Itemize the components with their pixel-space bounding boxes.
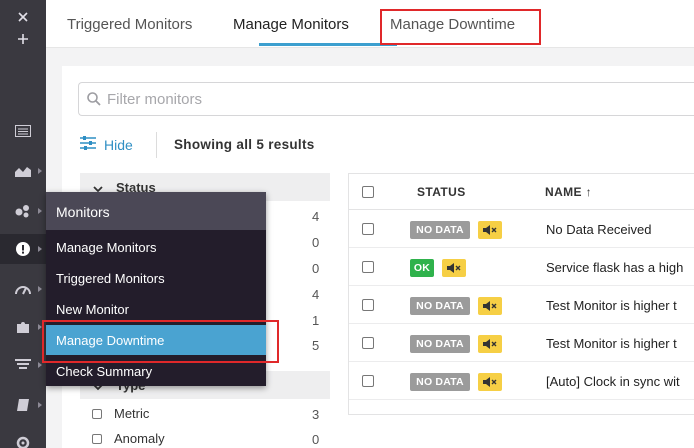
search-icon [87, 92, 101, 111]
monitor-name[interactable]: Service flask has a high [546, 260, 683, 275]
chart-icon[interactable] [0, 156, 46, 186]
monitor-name[interactable]: Test Monitor is higher t [546, 336, 677, 351]
highlight-box-tab [380, 9, 541, 45]
nodes-icon[interactable] [0, 196, 46, 226]
facet-count: 3 [312, 407, 320, 422]
active-tab-indicator [259, 43, 397, 46]
monitor-name[interactable]: Test Monitor is higher t [546, 298, 677, 313]
divider [156, 132, 157, 158]
table-row[interactable]: NO DATA No Data Received [349, 210, 694, 248]
alert-icon[interactable] [0, 234, 46, 264]
status-badge: OK [410, 259, 434, 277]
tab-manage-monitors[interactable]: Manage Monitors [233, 16, 349, 33]
row-checkbox[interactable] [362, 299, 374, 311]
checkbox[interactable] [92, 408, 102, 419]
table-header: STATUS NAME ↑ [349, 174, 694, 210]
row-checkbox[interactable] [362, 337, 374, 349]
hide-facets-button[interactable]: Hide [80, 136, 133, 153]
muted-icon[interactable] [478, 335, 502, 353]
monitor-name[interactable]: [Auto] Clock in sync wit [546, 374, 680, 389]
table-row[interactable]: NO DATA Test Monitor is higher t [349, 286, 694, 324]
book-icon[interactable] [0, 390, 46, 420]
table-row[interactable]: NO DATA [Auto] Clock in sync wit [349, 362, 694, 400]
settings-icon[interactable] [0, 428, 46, 448]
muted-icon[interactable] [442, 259, 466, 277]
menu-item-triggered-monitors[interactable]: Triggered Monitors [46, 263, 266, 293]
menu-title: Monitors [46, 192, 266, 230]
plus-icon[interactable] [0, 24, 46, 54]
facet-count: 5 [312, 338, 320, 353]
muted-icon[interactable] [478, 297, 502, 315]
tab-triggered-monitors[interactable]: Triggered Monitors [67, 16, 192, 33]
facet-item-label: Anomaly [114, 431, 165, 446]
facet-count: 0 [312, 432, 320, 447]
muted-icon[interactable] [478, 373, 502, 391]
facet-item-label: Metric [114, 406, 150, 421]
monitors-table: STATUS NAME ↑ NO DATA No Data Received O… [348, 173, 694, 415]
facet-count: 1 [312, 313, 320, 328]
puzzle-icon[interactable] [0, 312, 46, 342]
facet-count: 4 [312, 287, 320, 302]
table-row[interactable]: OK Service flask has a high [349, 248, 694, 286]
row-checkbox[interactable] [362, 261, 374, 273]
status-badge: NO DATA [410, 297, 470, 315]
facet-count: 0 [312, 261, 320, 276]
facet-count: 4 [312, 209, 320, 224]
sliders-icon [80, 136, 96, 153]
row-checkbox[interactable] [362, 375, 374, 387]
list-icon[interactable] [0, 116, 46, 146]
gauge-icon[interactable] [0, 274, 46, 304]
status-badge: NO DATA [410, 373, 470, 391]
filter-bar [78, 82, 694, 116]
left-nav [0, 0, 46, 448]
facet-item-metric[interactable]: Metric [92, 406, 149, 421]
table-row[interactable]: NO DATA Test Monitor is higher t [349, 324, 694, 362]
muted-icon[interactable] [478, 221, 502, 239]
filter-input[interactable] [107, 89, 667, 109]
column-header-status[interactable]: STATUS [417, 185, 466, 199]
row-checkbox[interactable] [362, 223, 374, 235]
hide-label: Hide [104, 136, 133, 153]
monitor-name[interactable]: No Data Received [546, 222, 652, 237]
select-all-checkbox[interactable] [362, 186, 374, 198]
menu-item-manage-monitors[interactable]: Manage Monitors [46, 232, 266, 262]
column-header-name[interactable]: NAME ↑ [545, 185, 592, 199]
checkbox[interactable] [92, 433, 102, 444]
highlight-box-menu-item [42, 320, 279, 363]
facet-count: 0 [312, 235, 320, 250]
filter-list-icon[interactable] [0, 350, 46, 380]
tab-bar: Triggered Monitors Manage Monitors Manag… [46, 0, 694, 48]
status-badge: NO DATA [410, 335, 470, 353]
facet-item-anomaly[interactable]: Anomaly [92, 431, 165, 446]
results-count: Showing all 5 results [174, 137, 315, 152]
status-badge: NO DATA [410, 221, 470, 239]
